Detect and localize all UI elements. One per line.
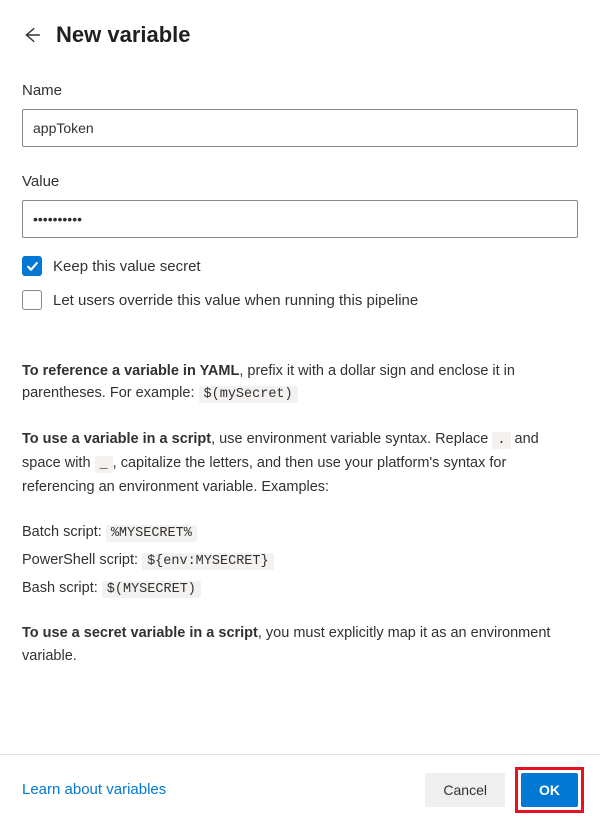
info-examples: Batch script: %MYSECRET% PowerShell scri… [22, 521, 578, 601]
value-label: Value [22, 173, 578, 190]
info-yaml: To reference a variable in YAML, prefix … [22, 360, 578, 406]
allow-override-label: Let users override this value when runni… [53, 292, 418, 309]
name-label: Name [22, 82, 578, 99]
cancel-button[interactable]: Cancel [425, 773, 505, 807]
ok-button[interactable]: OK [521, 773, 578, 807]
allow-override-checkbox[interactable] [22, 290, 42, 310]
info-secret: To use a secret variable in a script, yo… [22, 622, 578, 667]
keep-secret-label: Keep this value secret [53, 258, 201, 275]
value-input[interactable] [22, 200, 578, 238]
ok-highlight-box: OK [515, 767, 584, 813]
info-script: To use a variable in a script, use envir… [22, 428, 578, 498]
back-arrow-icon[interactable] [22, 25, 42, 45]
name-input[interactable] [22, 109, 578, 147]
learn-link[interactable]: Learn about variables [22, 781, 166, 798]
keep-secret-checkbox[interactable] [22, 256, 42, 276]
panel-title: New variable [56, 22, 191, 48]
